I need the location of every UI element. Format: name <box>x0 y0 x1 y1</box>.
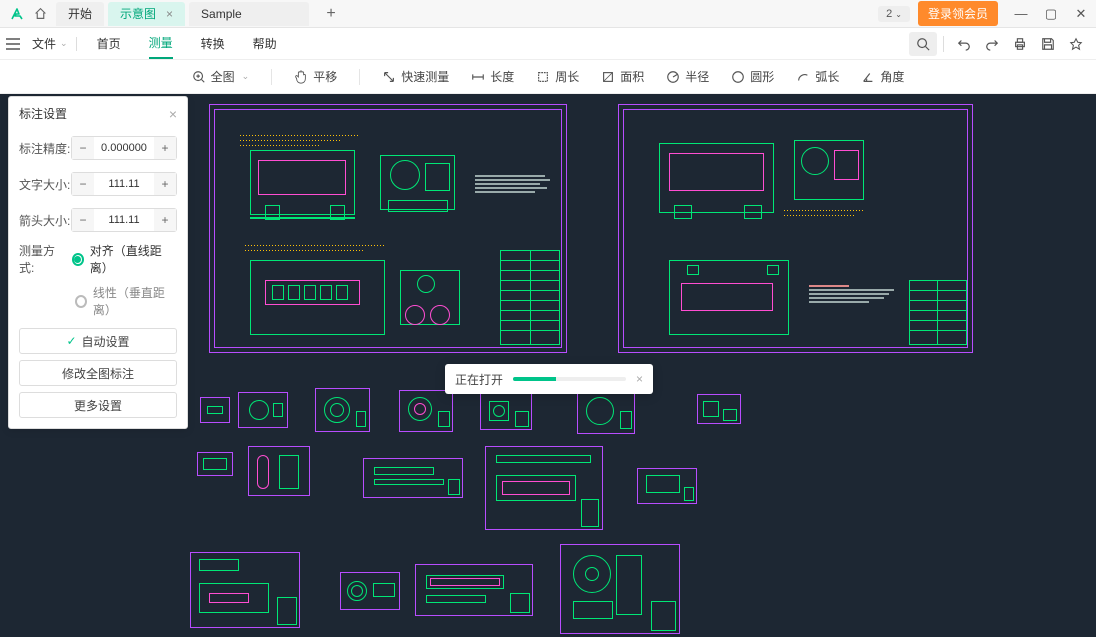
drawing-frame <box>209 104 567 353</box>
close-icon[interactable]: × <box>636 372 643 386</box>
increment-button[interactable]: + <box>154 137 176 159</box>
close-icon[interactable]: × <box>166 7 173 21</box>
file-menu[interactable]: 文件⌄ <box>32 35 77 52</box>
close-window-button[interactable]: ✕ <box>1066 6 1096 22</box>
tool-angle[interactable]: 角度 <box>861 68 904 85</box>
maximize-button[interactable]: ▢ <box>1036 6 1066 22</box>
tool-length[interactable]: 长度 <box>471 68 514 85</box>
drawing-frame <box>618 104 973 353</box>
annotation-settings-panel: 标注设置 × 标注精度: − 0.000000 + 文字大小: − 111.11… <box>8 96 188 429</box>
textsize-label: 文字大小: <box>19 176 71 193</box>
measure-toolbar: 全图 ⌄ 平移 快速测量 长度 周长 面积 半径 圆形 弧长 角度 <box>0 60 1096 94</box>
textsize-stepper[interactable]: − 111.11 + <box>71 172 177 196</box>
close-icon[interactable]: × <box>169 106 177 122</box>
add-tab-button[interactable]: + <box>321 5 341 23</box>
radio-linear[interactable] <box>75 295 87 308</box>
arrowsize-stepper[interactable]: − 111.11 + <box>71 208 177 232</box>
panel-title: 标注设置 <box>19 105 67 122</box>
drawing-thumb <box>560 544 680 634</box>
chevron-down-icon: ⌄ <box>242 71 250 82</box>
arc-length-icon <box>796 70 810 84</box>
tab-label: 示意图 <box>120 5 156 22</box>
loading-label: 正在打开 <box>455 371 503 388</box>
tab-sample[interactable]: Sample <box>189 2 309 26</box>
arrowsize-label: 箭头大小: <box>19 212 71 229</box>
undo-icon[interactable] <box>950 32 978 56</box>
drawing-thumb <box>190 552 300 628</box>
home-icon[interactable] <box>34 7 56 20</box>
angle-icon <box>861 70 875 84</box>
menu-measure[interactable]: 测量 <box>149 28 173 59</box>
menu-help[interactable]: 帮助 <box>253 29 277 58</box>
drawing-thumb <box>485 446 603 530</box>
title-bar: 开始 示意图 × Sample + 2 ⌄ 登录领会员 — ▢ ✕ <box>0 0 1096 28</box>
save-icon[interactable] <box>1034 32 1062 56</box>
textsize-value[interactable]: 111.11 <box>94 178 154 190</box>
loading-toast: 正在打开 × <box>445 364 653 394</box>
auto-setting-button[interactable]: ✓自动设置 <box>19 328 177 354</box>
version-badge[interactable]: 2 ⌄ <box>878 6 910 22</box>
precision-stepper[interactable]: − 0.000000 + <box>71 136 177 160</box>
area-icon <box>601 70 615 84</box>
zoom-extents-icon <box>192 70 206 84</box>
drawing-thumb <box>480 392 532 430</box>
length-icon <box>471 70 485 84</box>
drawing-thumb <box>315 388 370 432</box>
app-logo-icon <box>6 3 28 25</box>
tab-label: 开始 <box>68 5 92 22</box>
circle-icon <box>731 70 745 84</box>
radio-aligned[interactable] <box>72 253 84 266</box>
drawing-thumb <box>238 392 288 428</box>
hamburger-icon[interactable] <box>6 38 26 50</box>
decrement-button[interactable]: − <box>72 137 94 159</box>
radio-label: 线性（垂直距离） <box>93 284 177 318</box>
radius-icon <box>666 70 680 84</box>
radio-label: 对齐（直线距离） <box>90 242 177 276</box>
drawing-thumb <box>697 394 741 424</box>
increment-button[interactable]: + <box>154 209 176 231</box>
tool-arc-length[interactable]: 弧长 <box>796 68 839 85</box>
tool-perimeter[interactable]: 周长 <box>536 68 579 85</box>
modify-all-button[interactable]: 修改全图标注 <box>19 360 177 386</box>
more-settings-button[interactable]: 更多设置 <box>19 392 177 418</box>
drawing-thumb <box>340 572 400 610</box>
minimize-button[interactable]: — <box>1006 6 1036 21</box>
perimeter-icon <box>536 70 550 84</box>
drawing-thumb <box>415 564 533 616</box>
increment-button[interactable]: + <box>154 173 176 195</box>
tab-start[interactable]: 开始 <box>56 2 104 26</box>
tool-area[interactable]: 面积 <box>601 68 644 85</box>
tool-zoom-extents[interactable]: 全图 ⌄ <box>192 68 250 85</box>
drawing-thumb <box>248 446 310 496</box>
tab-schematic[interactable]: 示意图 × <box>108 2 185 26</box>
progress-bar <box>513 377 626 381</box>
menu-home[interactable]: 首页 <box>97 29 121 58</box>
quick-measure-icon <box>382 70 396 84</box>
login-button[interactable]: 登录领会员 <box>918 1 998 26</box>
menu-bar: 文件⌄ 首页 测量 转换 帮助 <box>0 28 1096 60</box>
drawing-thumb <box>637 468 697 504</box>
favorite-icon[interactable] <box>1062 32 1090 56</box>
menu-convert[interactable]: 转换 <box>201 29 225 58</box>
precision-value[interactable]: 0.000000 <box>94 142 154 154</box>
precision-label: 标注精度: <box>19 140 71 157</box>
method-label: 测量方式: <box>19 242 66 276</box>
drawing-thumb <box>577 390 635 434</box>
drawing-thumb <box>200 397 230 423</box>
tab-label: Sample <box>201 7 242 21</box>
tool-radius[interactable]: 半径 <box>666 68 709 85</box>
tool-quick-measure[interactable]: 快速测量 <box>382 68 449 85</box>
print-icon[interactable] <box>1006 32 1034 56</box>
pan-icon <box>294 70 308 84</box>
decrement-button[interactable]: − <box>72 173 94 195</box>
drawing-thumb <box>197 452 233 476</box>
search-icon[interactable] <box>909 32 937 56</box>
redo-icon[interactable] <box>978 32 1006 56</box>
drawing-thumb <box>399 390 453 432</box>
tool-pan[interactable]: 平移 <box>294 68 337 85</box>
decrement-button[interactable]: − <box>72 209 94 231</box>
arrowsize-value[interactable]: 111.11 <box>94 214 154 226</box>
drawing-thumb <box>363 458 463 498</box>
tool-circle[interactable]: 圆形 <box>731 68 774 85</box>
